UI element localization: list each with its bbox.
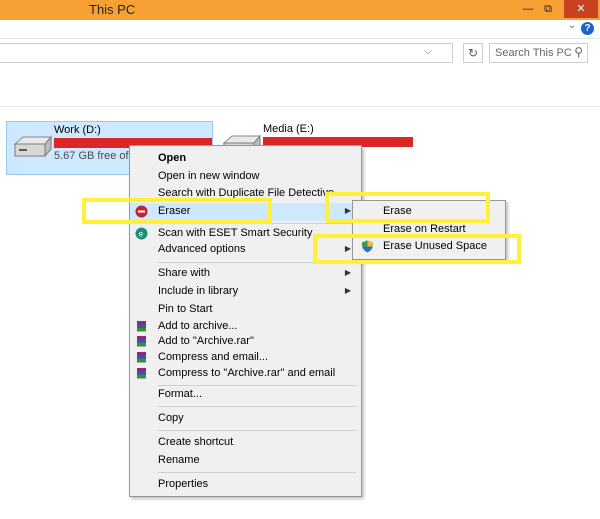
menu-item-open-new-window[interactable]: Open in new window: [130, 168, 361, 186]
menu-item-pin-to-start[interactable]: Pin to Start: [130, 301, 361, 319]
title-bar: This PC — ⧉ ✕: [0, 0, 600, 20]
menu-item-share-with[interactable]: Share with ▶: [130, 265, 361, 283]
window-title: This PC: [89, 2, 136, 17]
menu-item-properties[interactable]: Properties: [130, 476, 361, 494]
menu-item-include-in-library[interactable]: Include in library ▶: [130, 283, 361, 301]
winrar-icon: [137, 368, 146, 379]
menu-item-compress-to-archive-email[interactable]: Compress to "Archive.rar" and email: [130, 365, 361, 383]
search-icon[interactable]: ⚲: [574, 45, 583, 59]
close-icon[interactable]: ✕: [564, 0, 598, 18]
menu-item-label: Compress and email...: [158, 351, 269, 363]
chevron-right-icon: ▶: [344, 286, 351, 295]
menu-item-label: Format...: [158, 388, 203, 400]
menu-item-label: Include in library: [158, 285, 239, 297]
ribbon-row: ⌄ ?: [0, 20, 600, 39]
eset-icon: e: [135, 227, 148, 240]
menu-separator: [158, 430, 356, 431]
menu-item-create-shortcut[interactable]: Create shortcut: [130, 434, 361, 452]
winrar-icon: [137, 321, 146, 332]
winrar-icon: [137, 336, 146, 347]
menu-item-label: Copy: [158, 412, 184, 424]
hard-drive-icon: [13, 135, 53, 158]
menu-item-label: Create shortcut: [158, 436, 234, 448]
menu-item-label: Properties: [158, 478, 209, 490]
refresh-icon[interactable]: ↻: [463, 43, 483, 63]
menu-item-label: Add to "Archive.rar": [158, 335, 254, 347]
divider: [0, 106, 600, 107]
menu-item-label: Add to archive...: [158, 320, 238, 332]
highlight-box: [313, 234, 521, 264]
menu-item-format[interactable]: Format...: [130, 386, 361, 404]
menu-item-label: Share with: [158, 267, 210, 279]
winrar-icon: [137, 352, 146, 363]
search-input[interactable]: Search This PC ⚲: [489, 43, 588, 63]
menu-item-label: Open: [158, 152, 187, 164]
help-icon[interactable]: ?: [581, 22, 594, 35]
menu-item-label: Open in new window: [158, 170, 260, 182]
menu-item-label: Rename: [158, 454, 200, 466]
menu-item-label: Pin to Start: [158, 303, 213, 315]
menu-item-label: Scan with ESET Smart Security: [158, 227, 313, 239]
search-placeholder: Search This PC: [495, 47, 572, 59]
menu-separator: [158, 406, 356, 407]
drive-name: Media (E:): [263, 123, 314, 135]
menu-item-label: Compress to "Archive.rar" and email: [158, 367, 336, 379]
menu-item-rename[interactable]: Rename: [130, 452, 361, 470]
chevron-right-icon: ▶: [344, 268, 351, 277]
menu-separator: [158, 472, 356, 473]
address-bar[interactable]: ⌵: [0, 43, 453, 63]
chevron-down-icon[interactable]: ⌵: [424, 46, 432, 57]
highlight-box: [82, 198, 272, 224]
drive-name: Work (D:): [54, 124, 101, 136]
svg-text:e: e: [139, 230, 144, 239]
menu-item-label: Advanced options: [158, 243, 246, 255]
restore-icon[interactable]: ⧉: [536, 0, 560, 18]
highlight-box: [325, 192, 490, 223]
menu-item-open[interactable]: Open: [130, 150, 361, 168]
chevron-down-icon[interactable]: ⌄: [568, 20, 576, 31]
menu-item-copy[interactable]: Copy: [130, 410, 361, 428]
